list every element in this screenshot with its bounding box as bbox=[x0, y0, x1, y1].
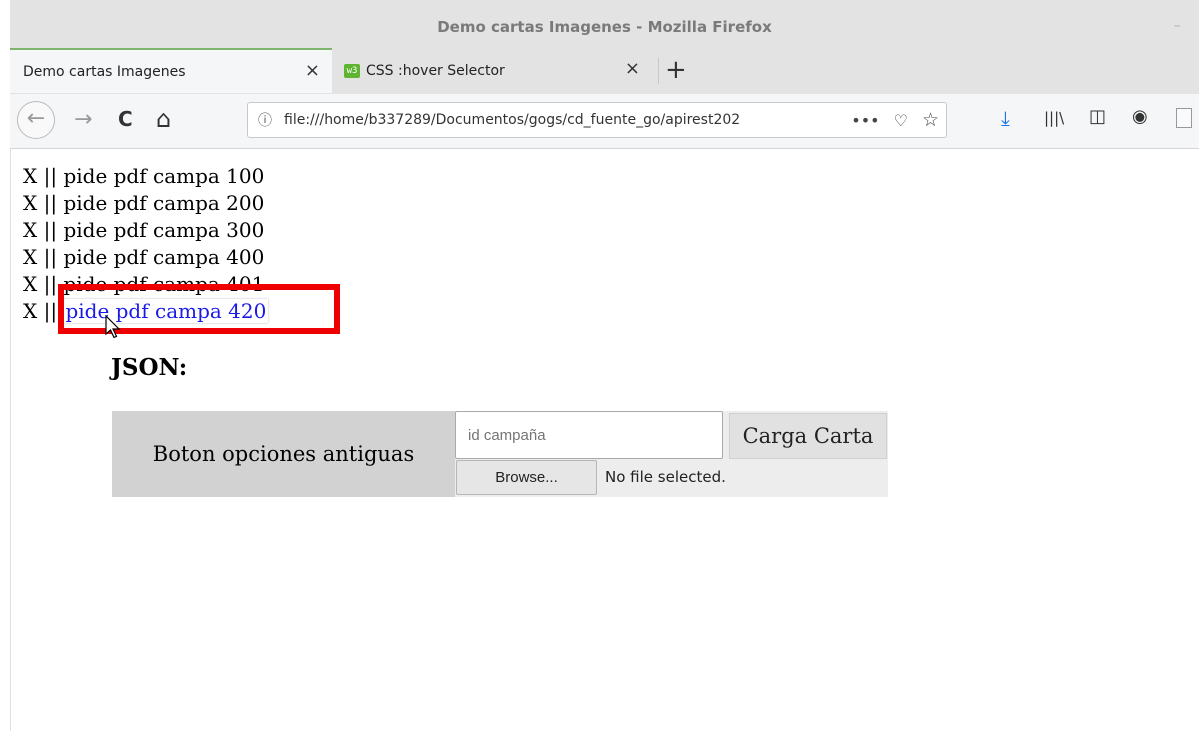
row-prefix: X || bbox=[23, 245, 64, 269]
w3schools-favicon-icon: w3 bbox=[344, 63, 360, 78]
forward-button[interactable]: → bbox=[74, 109, 92, 131]
old-options-button[interactable]: Boton opciones antiguas bbox=[112, 411, 455, 497]
title-bar: Demo cartas Imagenes - Mozilla Firefox – bbox=[10, 0, 1199, 46]
row-prefix: X || bbox=[23, 218, 64, 242]
overflow-menu-icon[interactable] bbox=[1176, 108, 1192, 128]
sidebar-icon[interactable]: ◫ bbox=[1089, 108, 1106, 126]
url-text[interactable]: file:///home/b337289/Documentos/gogs/cd_… bbox=[284, 112, 844, 128]
firefox-window: Demo cartas Imagenes - Mozilla Firefox –… bbox=[10, 0, 1199, 731]
list-item: X || pide pdf campa 300 bbox=[23, 217, 268, 244]
file-status-text: No file selected. bbox=[605, 468, 726, 486]
mouse-cursor-icon bbox=[105, 315, 121, 339]
reload-button[interactable]: C bbox=[118, 109, 133, 129]
campaign-id-input[interactable] bbox=[455, 411, 723, 459]
account-icon[interactable]: ◉ bbox=[1132, 108, 1148, 126]
new-tab-button[interactable]: + bbox=[665, 50, 687, 90]
campaign-link[interactable]: pide pdf campa 200 bbox=[63, 191, 264, 215]
controls-panel: Boton opciones antiguas Carga Carta Brow… bbox=[112, 411, 888, 497]
list-item: X || pide pdf campa 200 bbox=[23, 190, 268, 217]
page-content: X || pide pdf campa 100 X || pide pdf ca… bbox=[10, 149, 1199, 731]
page-actions-icon[interactable]: ••• bbox=[851, 111, 879, 130]
highlight-annotation-box bbox=[58, 284, 340, 334]
url-bar[interactable]: ⓘ file:///home/b337289/Documentos/gogs/c… bbox=[247, 102, 947, 138]
tab-demo-cartas[interactable]: Demo cartas Imagenes × bbox=[10, 48, 332, 93]
tab-bar: Demo cartas Imagenes × w3 CSS :hover Sel… bbox=[10, 46, 1199, 94]
site-info-icon[interactable]: ⓘ bbox=[258, 110, 272, 130]
row-prefix: X || bbox=[23, 164, 64, 188]
back-button[interactable]: ← bbox=[17, 101, 55, 139]
browse-button[interactable]: Browse... bbox=[456, 460, 597, 495]
tab-label: CSS :hover Selector bbox=[366, 62, 505, 79]
tab-css-hover[interactable]: w3 CSS :hover Selector × bbox=[332, 48, 657, 93]
campaign-link[interactable]: pide pdf campa 100 bbox=[63, 164, 264, 188]
close-tab-icon[interactable]: × bbox=[625, 58, 640, 79]
row-prefix: X || bbox=[23, 191, 64, 215]
window-title: Demo cartas Imagenes - Mozilla Firefox bbox=[437, 18, 772, 36]
load-card-form: Carga Carta Browse... No file selected. bbox=[455, 411, 888, 497]
navigation-toolbar: ← → C ⌂ ⓘ file:///home/b337289/Documento… bbox=[10, 94, 1199, 149]
bookmark-star-icon[interactable]: ☆ bbox=[922, 109, 939, 131]
minimize-button[interactable]: – bbox=[1174, 0, 1182, 50]
campaign-link[interactable]: pide pdf campa 400 bbox=[63, 245, 264, 269]
library-icon[interactable]: |||\ bbox=[1044, 111, 1064, 126]
pocket-icon[interactable]: ♡ bbox=[894, 111, 908, 130]
campaign-link[interactable]: pide pdf campa 300 bbox=[63, 218, 264, 242]
close-tab-icon[interactable]: × bbox=[305, 60, 320, 81]
home-button[interactable]: ⌂ bbox=[156, 107, 171, 131]
load-card-button[interactable]: Carga Carta bbox=[729, 413, 887, 459]
tab-separator bbox=[658, 58, 659, 84]
list-item: X || pide pdf campa 100 bbox=[23, 163, 268, 190]
tab-label: Demo cartas Imagenes bbox=[23, 63, 186, 80]
list-item: X || pide pdf campa 400 bbox=[23, 244, 268, 271]
downloads-icon[interactable]: ⤓ bbox=[1001, 108, 1010, 128]
json-heading: JSON: bbox=[111, 354, 188, 381]
